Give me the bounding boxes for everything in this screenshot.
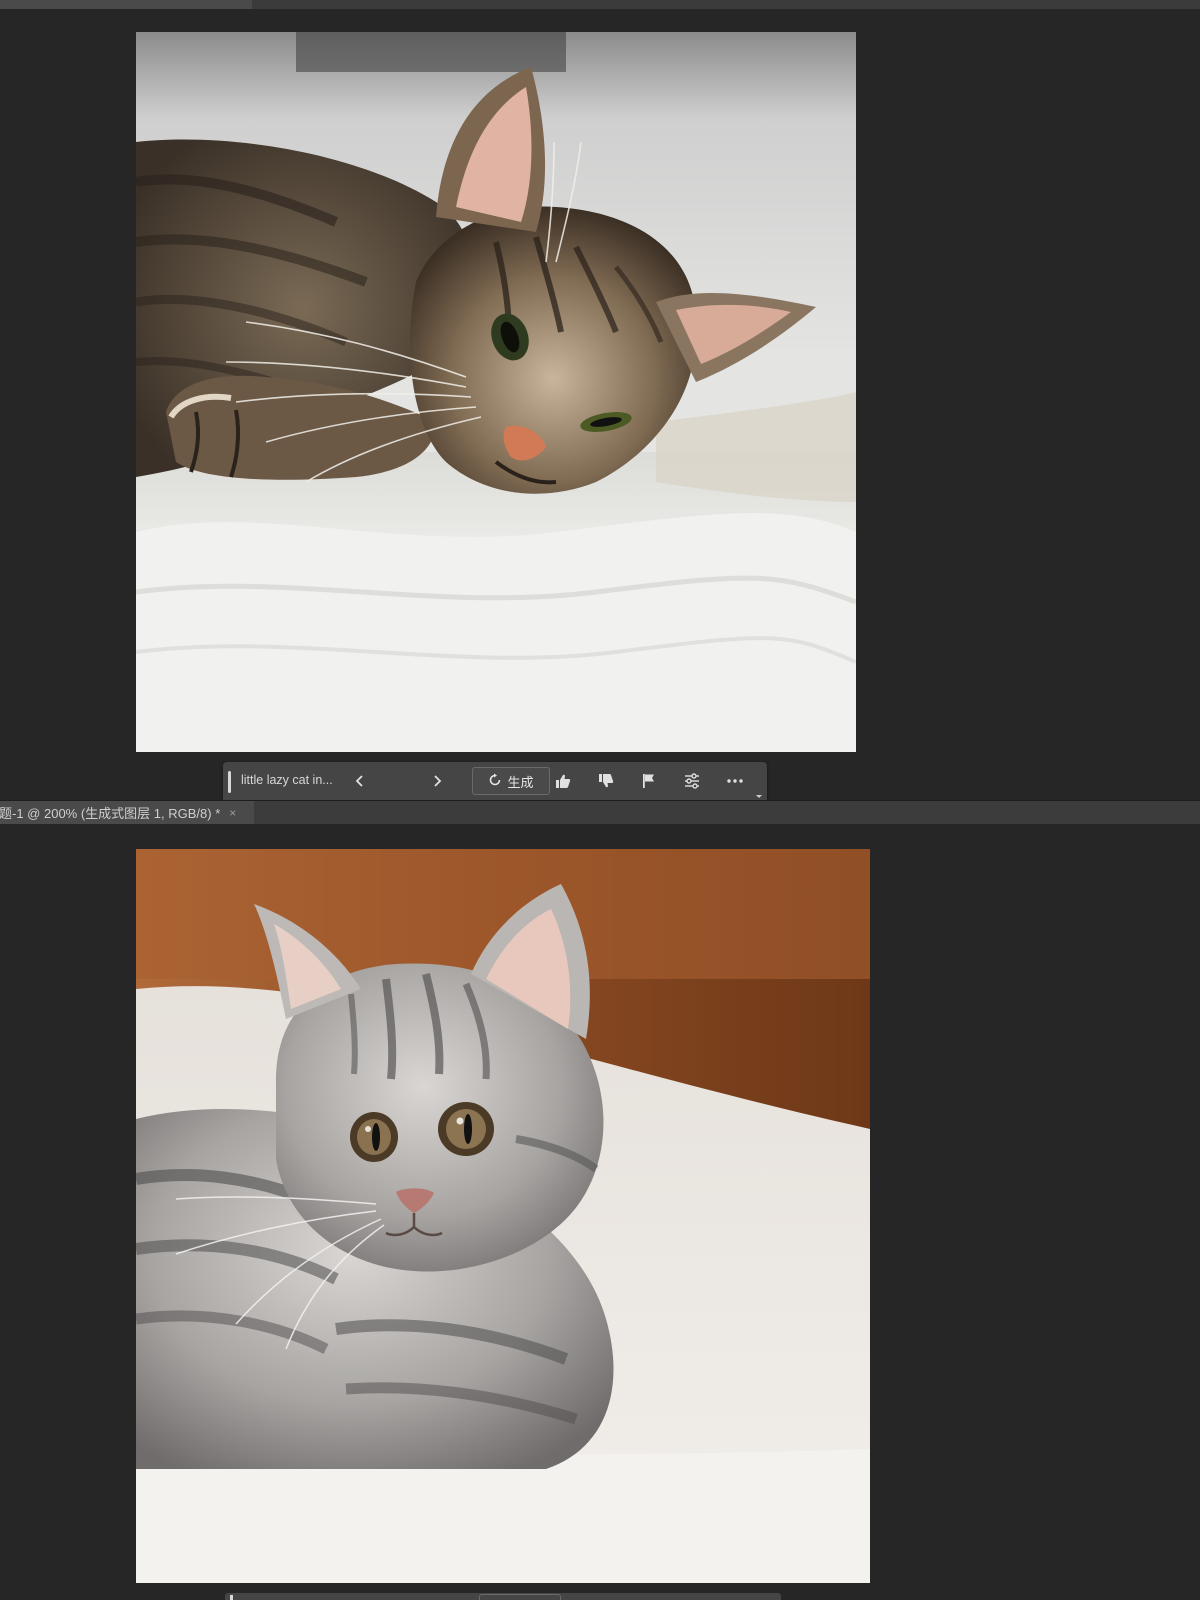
generative-fill-toolbar: little lazy cat in... 生成: [223, 762, 767, 800]
document-tab-title: 题-1 @ 200% (生成式图层 1, RGB/8) *: [0, 806, 221, 821]
refresh-icon: [488, 773, 502, 790]
generated-image-tabby-cat[interactable]: [136, 32, 856, 752]
photoshop-workspace: little lazy cat in... 生成 题-1 @ 200% (生成式…: [0, 0, 1200, 1600]
document-tabbar: 题-1 @ 200% (生成式图层 1, RGB/8) * ×: [0, 800, 1200, 824]
generated-image-gray-kitten[interactable]: [136, 849, 870, 1583]
prompt-text[interactable]: little lazy cat in...: [241, 773, 349, 787]
toolbar-drag-handle[interactable]: [228, 771, 231, 793]
generate-button[interactable]: 生成: [472, 767, 550, 795]
top-document-tab[interactable]: [0, 0, 252, 9]
document-tab[interactable]: 题-1 @ 200% (生成式图层 1, RGB/8) * ×: [0, 801, 254, 824]
generate-label: 生成: [507, 774, 534, 790]
flag-icon[interactable]: [639, 771, 659, 791]
chevron-left-icon[interactable]: [350, 771, 370, 791]
chevron-right-icon[interactable]: [427, 771, 447, 791]
toolbar-drag-handle-lower[interactable]: [230, 1595, 233, 1600]
gray-kitten-illustration: [136, 849, 870, 1583]
more-icon[interactable]: [725, 771, 745, 791]
thumbs-up-icon[interactable]: [553, 771, 573, 791]
tabby-cat-illustration: [136, 32, 856, 752]
sliders-icon[interactable]: [682, 771, 702, 791]
generate-button-lower[interactable]: [479, 1594, 561, 1600]
close-icon[interactable]: ×: [229, 806, 236, 820]
top-document-tabbar: [0, 0, 1200, 9]
thumbs-down-icon[interactable]: [596, 771, 616, 791]
toolbar-corner-marker: [756, 795, 762, 798]
generative-fill-toolbar-lower: [225, 1593, 781, 1600]
